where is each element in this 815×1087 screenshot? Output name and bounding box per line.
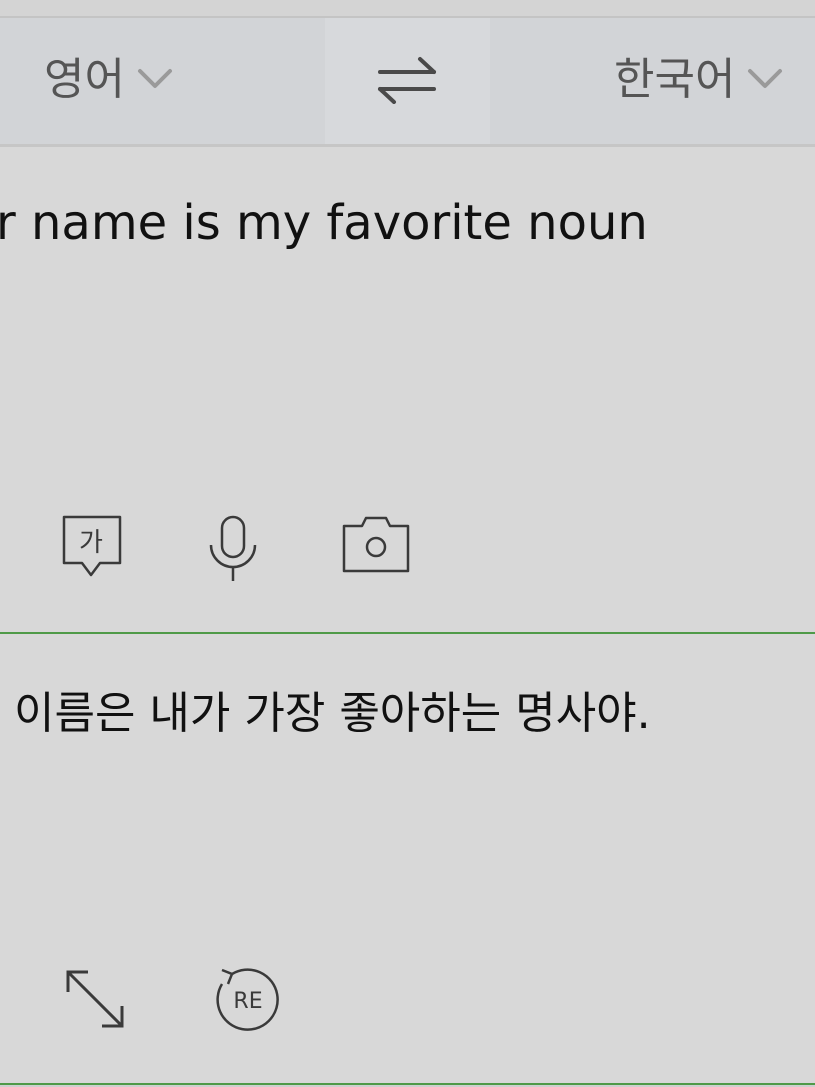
camera-icon xyxy=(342,516,410,573)
handwriting-ga-icon: 가 xyxy=(62,515,122,577)
source-language-selector[interactable]: 영어 xyxy=(44,54,173,106)
top-strip xyxy=(0,0,815,18)
translated-text: 이름은 내가 가장 좋아하는 명사야. xyxy=(14,688,651,739)
swap-arrows-icon xyxy=(376,57,438,108)
swap-languages-button[interactable] xyxy=(376,56,438,108)
handwriting-button[interactable]: 가 xyxy=(62,515,122,583)
chevron-down-icon xyxy=(747,68,783,94)
expand-button[interactable] xyxy=(64,968,126,1034)
target-language-selector[interactable]: 한국어 xyxy=(614,54,783,106)
voice-input-button[interactable] xyxy=(208,515,258,589)
retranslate-button[interactable]: RE xyxy=(212,964,284,1040)
source-panel[interactable]: r name is my favorite noun 가 xyxy=(0,147,815,632)
retranslate-icon: RE xyxy=(216,968,279,1031)
camera-button[interactable] xyxy=(342,516,410,578)
retranslate-glyph: RE xyxy=(233,989,262,1014)
language-bar: 영어 한국어 xyxy=(0,18,815,147)
microphone-icon xyxy=(209,515,257,581)
expand-arrow-icon xyxy=(66,970,124,1028)
chevron-down-icon xyxy=(137,68,173,94)
source-text[interactable]: r name is my favorite noun xyxy=(0,193,648,253)
handwriting-glyph: 가 xyxy=(79,528,103,558)
target-language-label: 한국어 xyxy=(614,54,736,105)
source-language-label: 영어 xyxy=(44,54,125,105)
result-panel: 이름은 내가 가장 좋아하는 명사야. RE xyxy=(0,634,815,1084)
